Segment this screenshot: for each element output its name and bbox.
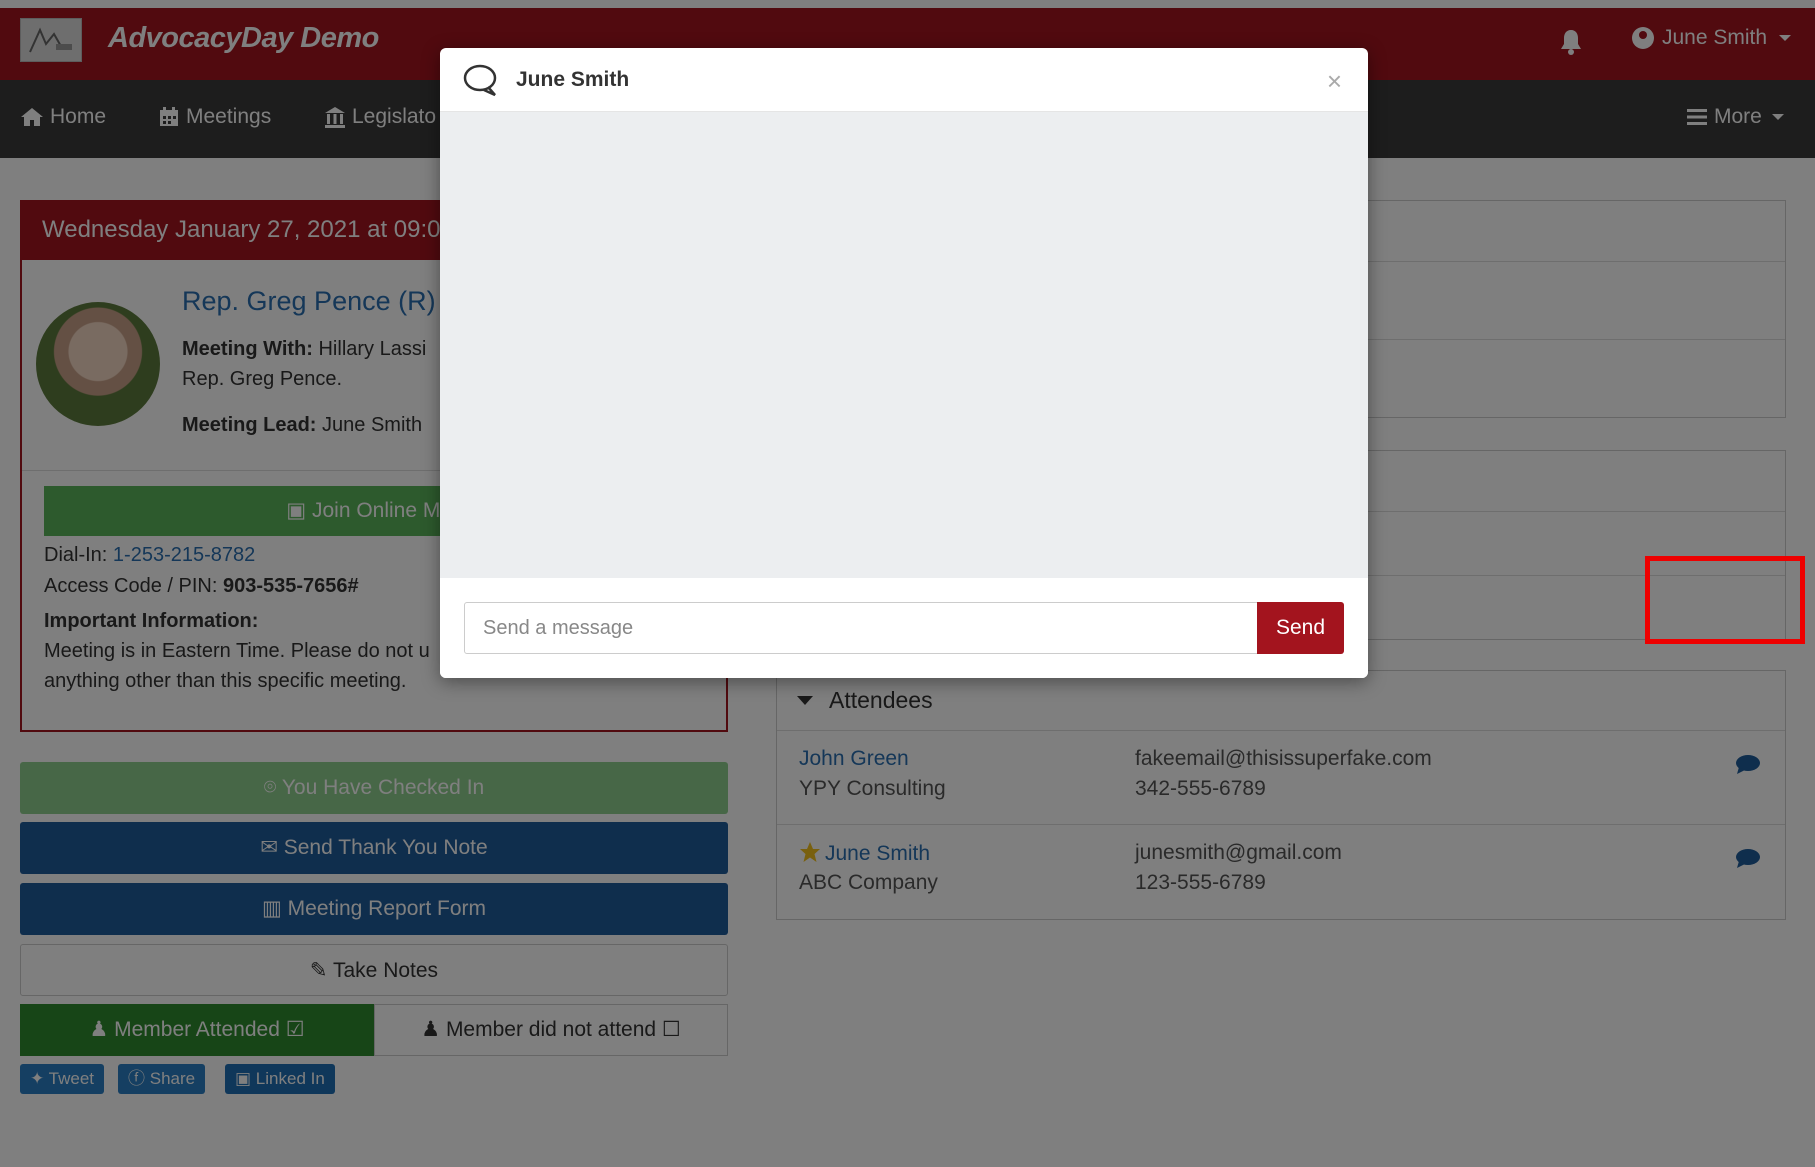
- message-area[interactable]: [440, 112, 1368, 578]
- modal-title: June Smith: [516, 67, 630, 91]
- message-input[interactable]: [464, 602, 1258, 654]
- modal-header: June Smith ×: [440, 48, 1368, 112]
- chat-icon: [463, 64, 497, 96]
- send-button[interactable]: Send: [1257, 602, 1344, 654]
- highlight-box: [1645, 556, 1805, 644]
- close-icon[interactable]: ×: [1327, 66, 1342, 97]
- modal-footer: Send: [440, 578, 1368, 678]
- chat-modal: June Smith × Send: [440, 48, 1368, 678]
